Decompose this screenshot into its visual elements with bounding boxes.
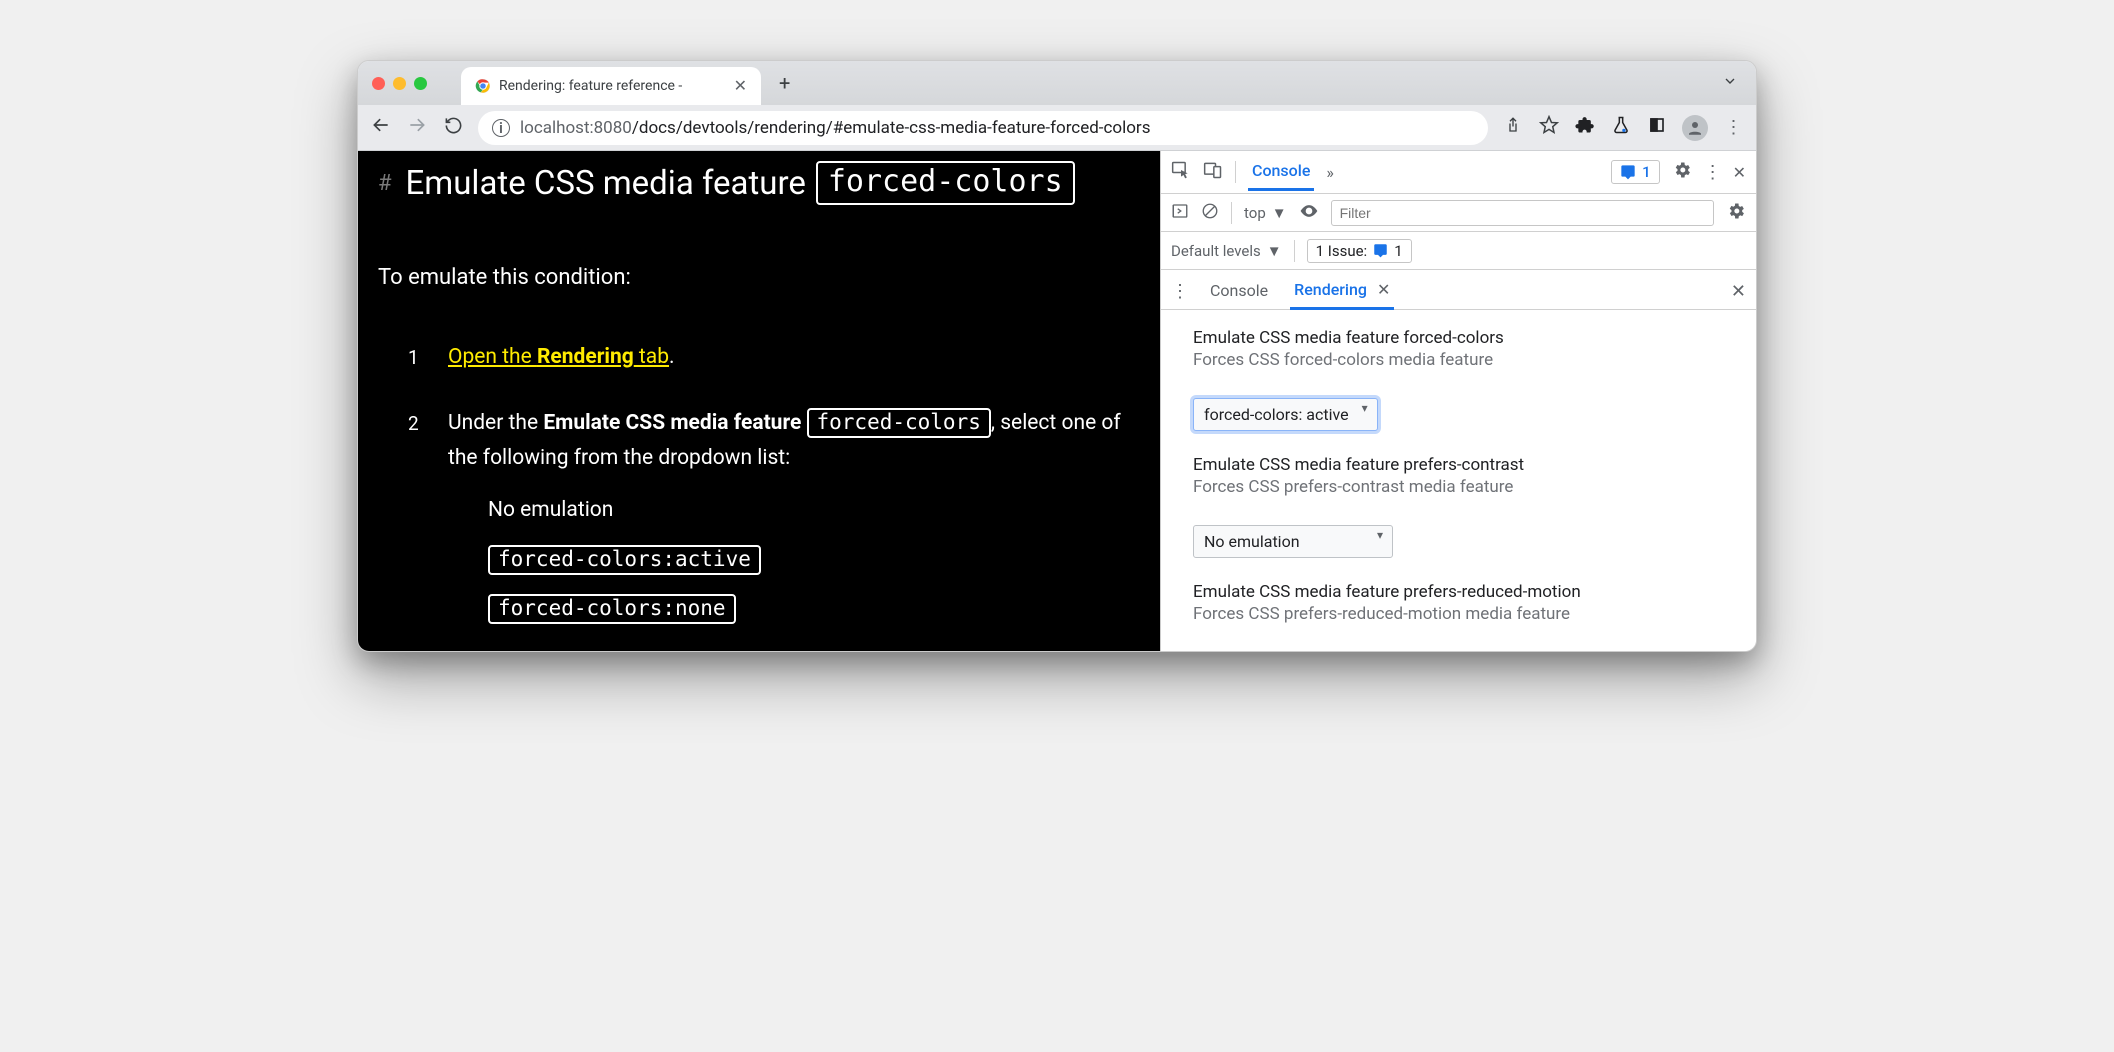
page-content: # Emulate CSS media feature forced-color… bbox=[358, 151, 1160, 651]
devtools-tabs-overflow-icon[interactable]: » bbox=[1326, 163, 1334, 182]
rendering-drawer-body: Emulate CSS media feature forced-colors … bbox=[1161, 310, 1756, 651]
devtools-close-icon[interactable]: ✕ bbox=[1733, 163, 1746, 182]
step2-code: forced-colors bbox=[807, 408, 991, 438]
forced-colors-select[interactable]: forced-colors: active bbox=[1193, 384, 1378, 431]
profile-avatar-button[interactable] bbox=[1682, 115, 1708, 141]
new-tab-button[interactable]: + bbox=[779, 71, 790, 95]
inspect-element-icon[interactable] bbox=[1171, 160, 1191, 184]
devtools-settings-icon[interactable] bbox=[1672, 160, 1692, 184]
reload-button[interactable] bbox=[442, 116, 464, 140]
feature-title: Emulate CSS media feature forced-colors bbox=[1193, 328, 1738, 348]
feature-title: Emulate CSS media feature prefers-contra… bbox=[1193, 455, 1738, 475]
extensions-puzzle-icon[interactable] bbox=[1574, 115, 1596, 140]
prefers-contrast-select[interactable]: No emulation bbox=[1193, 511, 1393, 558]
forward-button[interactable] bbox=[406, 115, 428, 140]
labs-flask-icon[interactable] bbox=[1610, 115, 1632, 140]
log-levels-selector[interactable]: Default levels▼ bbox=[1171, 242, 1282, 260]
live-expression-eye-icon[interactable] bbox=[1299, 201, 1319, 225]
window-minimize-button[interactable] bbox=[393, 77, 406, 90]
feature-forced-colors: Emulate CSS media feature forced-colors … bbox=[1193, 328, 1738, 431]
drawer-close-icon[interactable]: ✕ bbox=[1731, 281, 1746, 302]
titlebar: Rendering: feature reference - ✕ + bbox=[358, 61, 1756, 105]
feature-desc: Forces CSS forced-colors media feature bbox=[1193, 350, 1738, 370]
device-toolbar-icon[interactable] bbox=[1203, 160, 1223, 184]
console-subtoolbar: Default levels▼ 1 Issue: 1 bbox=[1161, 232, 1756, 270]
devtools-main-toolbar: Console » 1 ⋮ ✕ bbox=[1161, 151, 1756, 194]
tab-title: Rendering: feature reference - bbox=[499, 78, 682, 94]
clear-console-icon[interactable] bbox=[1201, 202, 1219, 224]
console-toolbar: top▼ bbox=[1161, 194, 1756, 232]
tab-overflow-button[interactable] bbox=[1722, 73, 1742, 93]
options-list: No emulation forced-colors:active forced… bbox=[488, 493, 1130, 628]
chrome-favicon-icon bbox=[475, 78, 491, 94]
steps-list: Open the Rendering tab. Under the Emulat… bbox=[378, 340, 1130, 628]
option-no-emulation: No emulation bbox=[488, 493, 1130, 529]
window-maximize-button[interactable] bbox=[414, 77, 427, 90]
option-forced-colors-none: forced-colors:none bbox=[488, 594, 736, 624]
console-filter-input[interactable] bbox=[1331, 200, 1714, 226]
site-info-icon[interactable]: i bbox=[492, 119, 510, 137]
console-sidebar-toggle-icon[interactable] bbox=[1171, 202, 1189, 224]
back-button[interactable] bbox=[370, 115, 392, 140]
browser-window: Rendering: feature reference - ✕ + i loc… bbox=[357, 60, 1757, 652]
feature-prefers-reduced-motion: Emulate CSS media feature prefers-reduce… bbox=[1193, 582, 1738, 624]
console-settings-icon[interactable] bbox=[1726, 201, 1746, 225]
step-2: Under the Emulate CSS media feature forc… bbox=[448, 406, 1130, 628]
tab-close-button[interactable]: ✕ bbox=[734, 78, 747, 94]
address-bar[interactable]: i localhost:8080/docs/devtools/rendering… bbox=[478, 111, 1488, 145]
drawer-tab-rendering[interactable]: Rendering ✕ bbox=[1290, 274, 1394, 310]
devtools-menu-icon[interactable]: ⋮ bbox=[1704, 162, 1721, 183]
intro-text: To emulate this condition: bbox=[378, 265, 1130, 290]
option-forced-colors-active: forced-colors:active bbox=[488, 545, 761, 575]
anchor-hash-icon[interactable]: # bbox=[378, 171, 392, 196]
page-heading: # Emulate CSS media feature forced-color… bbox=[378, 161, 1130, 205]
heading-text: Emulate CSS media feature bbox=[406, 164, 806, 203]
traffic-lights bbox=[372, 77, 427, 90]
drawer-tab-console[interactable]: Console bbox=[1206, 275, 1272, 308]
feature-desc: Forces CSS prefers-contrast media featur… bbox=[1193, 477, 1738, 497]
step-1: Open the Rendering tab. bbox=[448, 340, 1130, 376]
devtools-panel: Console » 1 ⋮ ✕ bbox=[1160, 151, 1756, 651]
issues-count[interactable]: 1 Issue: 1 bbox=[1307, 239, 1412, 263]
drawer-tab-close-icon[interactable]: ✕ bbox=[1377, 280, 1390, 299]
bookmark-star-icon[interactable] bbox=[1538, 115, 1560, 140]
feature-desc: Forces CSS prefers-reduced-motion media … bbox=[1193, 604, 1738, 624]
devtools-tab-console[interactable]: Console bbox=[1248, 155, 1314, 191]
browser-menu-button[interactable]: ⋮ bbox=[1722, 117, 1744, 138]
browser-toolbar: i localhost:8080/docs/devtools/rendering… bbox=[358, 105, 1756, 151]
open-rendering-link[interactable]: Open the Rendering tab bbox=[448, 345, 669, 369]
step2-strong: Emulate CSS media feature bbox=[543, 411, 801, 435]
content-area: # Emulate CSS media feature forced-color… bbox=[358, 151, 1756, 651]
feature-prefers-contrast: Emulate CSS media feature prefers-contra… bbox=[1193, 455, 1738, 558]
window-close-button[interactable] bbox=[372, 77, 385, 90]
feature-title: Emulate CSS media feature prefers-reduce… bbox=[1193, 582, 1738, 602]
browser-tab[interactable]: Rendering: feature reference - ✕ bbox=[461, 67, 761, 105]
heading-code: forced-colors bbox=[816, 161, 1075, 205]
drawer-tabstrip: ⋮ Console Rendering ✕ ✕ bbox=[1161, 270, 1756, 310]
drawer-menu-icon[interactable]: ⋮ bbox=[1171, 281, 1188, 302]
execution-context-selector[interactable]: top▼ bbox=[1244, 204, 1287, 222]
reading-list-icon[interactable] bbox=[1646, 116, 1668, 139]
url-text: localhost:8080/docs/devtools/rendering/#… bbox=[520, 118, 1150, 138]
issues-badge[interactable]: 1 bbox=[1611, 160, 1660, 184]
share-icon[interactable] bbox=[1502, 116, 1524, 139]
